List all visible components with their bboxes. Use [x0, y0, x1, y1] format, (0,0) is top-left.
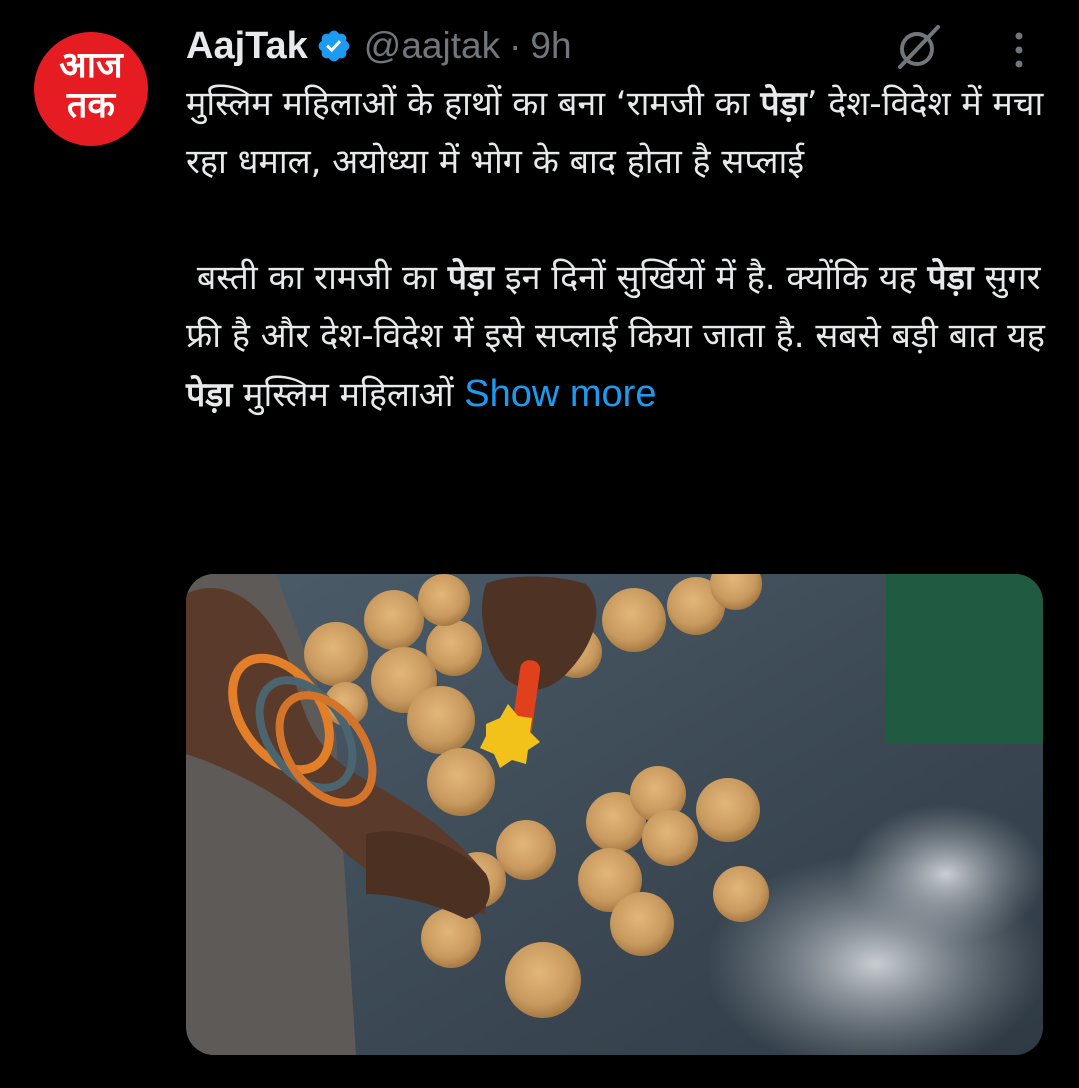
- para-text-4: मुस्लिम महिलाओं: [232, 375, 465, 415]
- peda-photo-illustration: [186, 574, 1043, 1055]
- tweet-headline: मुस्लिम महिलाओं के हाथों का बना ‘रामजी क…: [186, 75, 1056, 191]
- headline-bold-term: पेड़ा: [760, 84, 807, 124]
- author-name[interactable]: AajTak: [186, 25, 308, 68]
- avatar-logo-line1: आज: [59, 45, 123, 86]
- tweet-text: मुस्लिम महिलाओं के हाथों का बना ‘रामजी क…: [186, 75, 1056, 424]
- tweet-header: AajTak @aajtak · 9h: [186, 18, 572, 74]
- timestamp[interactable]: 9h: [530, 25, 571, 67]
- tweet[interactable]: आज तक AajTak @aajtak · 9h मुस्लिम महिलाओ…: [0, 0, 1079, 1088]
- para-bold-term-1: पेड़ा: [447, 258, 495, 298]
- tweet-media-photo[interactable]: [186, 574, 1043, 1055]
- verified-badge-icon: [318, 30, 350, 62]
- para-text-2: इन दिनों सुर्खियों में है. क्योंकि यह: [494, 258, 928, 298]
- show-more-link[interactable]: Show more: [464, 373, 656, 415]
- author-handle[interactable]: @aajtak: [364, 25, 500, 67]
- para-bold-term-2: पेड़ा: [927, 258, 974, 298]
- avatar-logo: आज तक: [34, 46, 148, 126]
- avatar-logo-line2: तक: [66, 85, 116, 126]
- headline-text-1: मुस्लिम महिलाओं के हाथों का बना ‘रामजी क…: [186, 84, 761, 124]
- para-bold-term-3: पेड़ा: [186, 375, 233, 415]
- tweet-paragraph: बस्ती का रामजी का पेड़ा इन दिनों सुर्खिय…: [186, 249, 1056, 424]
- grok-slash-circle-icon[interactable]: [894, 22, 944, 72]
- avatar[interactable]: आज तक: [34, 32, 148, 146]
- vertical-ellipsis-icon[interactable]: [1006, 28, 1032, 72]
- para-text-1: बस्ती का रामजी का: [186, 258, 448, 298]
- separator-dot: ·: [509, 25, 522, 66]
